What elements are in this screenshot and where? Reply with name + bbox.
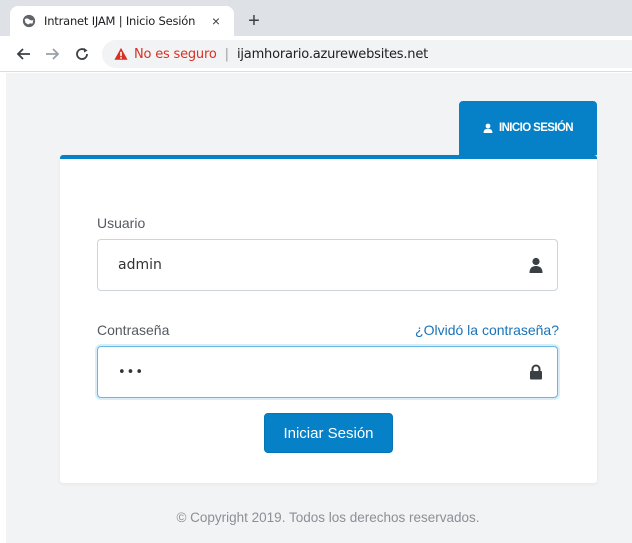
password-label: Contraseña <box>97 322 170 338</box>
browser-tabstrip: Intranet IJAM | Inicio Sesión × + <box>0 0 632 36</box>
url-text[interactable]: ijamhorario.azurewebsites.net <box>237 47 428 62</box>
user-icon <box>529 257 543 273</box>
new-tab-button[interactable]: + <box>242 9 266 33</box>
login-tab: INICIO SESIÓN <box>459 101 597 155</box>
login-card: Usuario admin Contraseña ¿Olvidó la cont… <box>60 155 597 483</box>
warning-icon[interactable] <box>114 47 128 61</box>
password-field[interactable]: ••• <box>97 346 558 398</box>
close-tab-icon[interactable]: × <box>208 13 224 29</box>
username-label: Usuario <box>97 215 146 231</box>
forward-arrow-icon[interactable] <box>40 42 64 66</box>
back-arrow-icon[interactable] <box>12 42 36 66</box>
address-bar[interactable]: No es seguro | ijamhorario.azurewebsites… <box>102 40 632 68</box>
security-status[interactable]: No es seguro <box>134 47 217 62</box>
page-content: INICIO SESIÓN Usuario admin Contraseña ¿… <box>0 73 632 543</box>
username-field[interactable]: admin <box>97 239 558 291</box>
login-tab-label: INICIO SESIÓN <box>499 122 574 134</box>
browser-toolbar: No es seguro | ijamhorario.azurewebsites… <box>0 36 632 72</box>
copyright-footer: © Copyright 2019. Todos los derechos res… <box>176 510 480 525</box>
forgot-password-link[interactable]: ¿Olvidó la contraseña? <box>415 322 559 338</box>
tab-title: Intranet IJAM | Inicio Sesión <box>44 14 196 28</box>
username-value[interactable]: admin <box>118 257 529 273</box>
globe-icon <box>22 14 36 28</box>
user-icon <box>483 123 493 133</box>
login-submit-button[interactable]: Iniciar Sesión <box>264 413 393 453</box>
browser-tab[interactable]: Intranet IJAM | Inicio Sesión × <box>10 6 234 36</box>
lock-icon <box>530 364 542 380</box>
divider: | <box>224 46 229 62</box>
reload-icon[interactable] <box>70 42 94 66</box>
password-value[interactable]: ••• <box>118 365 529 380</box>
